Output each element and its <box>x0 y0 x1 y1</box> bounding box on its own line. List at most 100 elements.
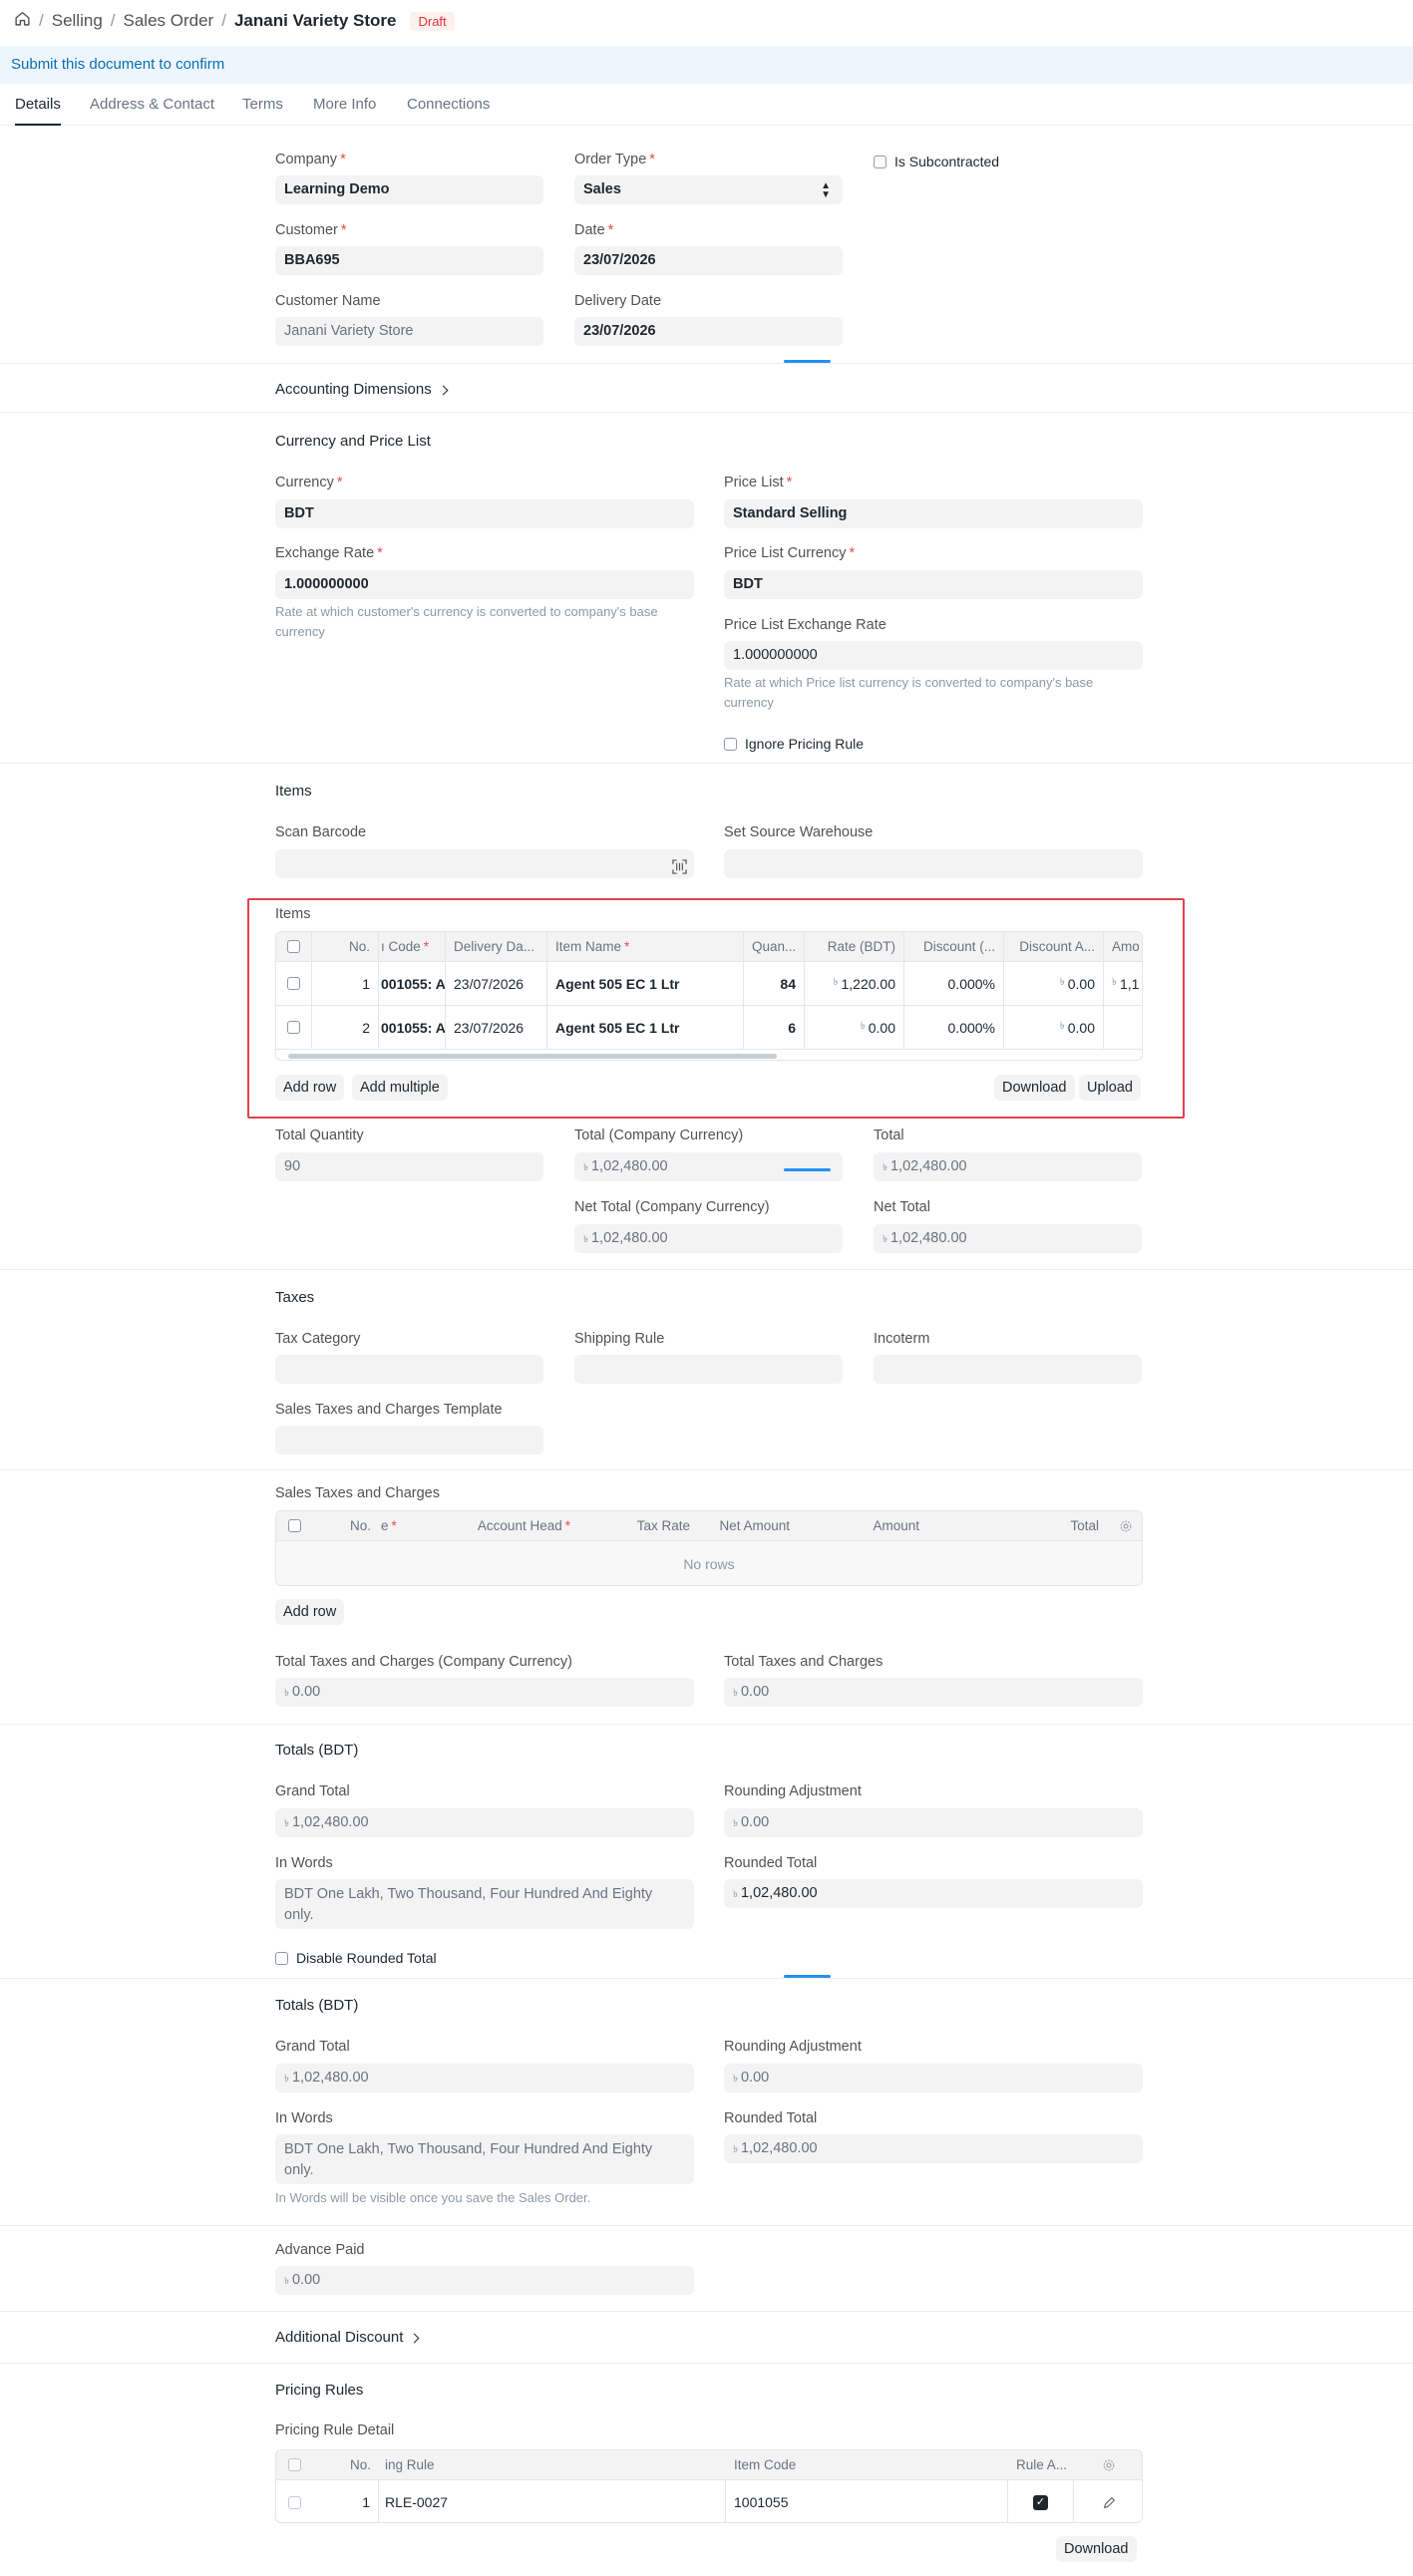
currency-section-title: Currency and Price List <box>275 433 431 450</box>
in-words-field: BDT One Lakh, Two Thousand, Four Hundred… <box>275 1879 694 1929</box>
add-tax-row-button[interactable]: Add row <box>275 1599 345 1625</box>
column-no: No. <box>349 2457 371 2472</box>
source-warehouse-input[interactable] <box>724 849 1143 878</box>
price-list-currency-label: Price List Currency * <box>724 545 856 561</box>
column-quantity[interactable]: Quan... <box>744 932 805 961</box>
gear-icon[interactable] <box>1107 1511 1142 1540</box>
breadcrumb-selling[interactable]: Selling <box>52 11 103 31</box>
tab-connections[interactable]: Connections <box>407 96 490 126</box>
customer-field[interactable]: BBA695 <box>275 246 543 275</box>
add-multiple-button[interactable]: Add multiple <box>352 1075 448 1101</box>
column-discount-amount[interactable]: Discount A... <box>1004 932 1104 961</box>
net-total-company-currency-field: ৳ 1,02,480.00 <box>574 1224 843 1253</box>
submit-banner: Submit this document to confirm <box>0 46 1413 84</box>
gear-icon[interactable] <box>1074 2450 1142 2479</box>
row-checkbox[interactable] <box>287 977 300 990</box>
row-checkbox[interactable] <box>287 1021 300 1034</box>
row-item-name[interactable]: Agent 505 EC 1 Ltr <box>555 976 679 992</box>
column-rate[interactable]: Rate (BDT) <box>805 932 904 961</box>
tab-details[interactable]: Details <box>15 96 61 126</box>
row-discount-pct[interactable]: 0.000% <box>904 1006 1004 1049</box>
row-amount[interactable] <box>1104 1006 1142 1049</box>
grand-total-label: Grand Total <box>275 1783 350 1799</box>
taxes-table-header: No. e * Account Head * Tax Rate Net Amount… <box>276 1511 1142 1541</box>
loading-indicator <box>784 1168 831 1171</box>
download-button[interactable]: Download <box>994 1075 1075 1101</box>
delivery-date-field[interactable]: 23/07/2026 <box>574 317 843 346</box>
column-delivery-date[interactable]: Delivery Da... <box>446 932 547 961</box>
total-quantity-label: Total Quantity <box>275 1127 364 1143</box>
shipping-rule-input[interactable] <box>574 1355 843 1384</box>
tab-more-info[interactable]: More Info <box>313 96 376 126</box>
date-field[interactable]: 23/07/2026 <box>574 246 843 275</box>
column-total[interactable]: Total <box>927 1511 1107 1540</box>
pricing-download-button[interactable]: Download <box>1056 2536 1137 2562</box>
column-item-name[interactable]: Item Name * <box>547 932 744 961</box>
row-item-code[interactable]: 001055: A <box>381 1020 445 1036</box>
column-amount[interactable]: Amo <box>1104 932 1142 961</box>
column-account-head[interactable]: Account Head * <box>439 1511 578 1540</box>
is-subcontracted-toggle[interactable]: Is Subcontracted <box>874 154 999 169</box>
column-type[interactable]: e * <box>379 1511 439 1540</box>
additional-discount-toggle[interactable]: Additional Discount <box>275 2329 420 2346</box>
disable-rounded-toggle[interactable]: Disable Rounded Total <box>275 1950 437 1966</box>
scan-barcode-input[interactable] <box>275 849 694 878</box>
column-amount[interactable]: Amount <box>798 1511 927 1540</box>
edit-icon[interactable] <box>1074 2480 1142 2522</box>
net-total-field: ৳ 1,02,480.00 <box>874 1224 1142 1253</box>
table-row[interactable]: 2 001055: A 23/07/2026 Agent 505 EC 1 Lt… <box>276 1006 1142 1050</box>
horizontal-scrollbar[interactable] <box>288 1054 777 1059</box>
rounding-adjustment-field: ৳ 0.00 <box>724 2064 1143 2093</box>
select-arrows-icon: ▲ ▼ <box>821 180 831 200</box>
tab-address-contact[interactable]: Address & Contact <box>90 96 214 126</box>
row-item-name[interactable]: Agent 505 EC 1 Ltr <box>555 1020 679 1036</box>
accounting-dimensions-toggle[interactable]: Accounting Dimensions <box>275 381 449 398</box>
tab-terms[interactable]: Terms <box>242 96 283 126</box>
items-section-title: Items <box>275 783 312 800</box>
row-discount-pct[interactable]: 0.000% <box>904 962 1004 1005</box>
ignore-pricing-rule-toggle[interactable]: Ignore Pricing Rule <box>724 736 864 752</box>
price-list-field[interactable]: Standard Selling <box>724 499 1143 528</box>
incoterm-input[interactable] <box>874 1355 1142 1384</box>
select-all-checkbox[interactable] <box>287 940 300 953</box>
price-list-exchange-rate-field[interactable]: 1.000000000 <box>724 641 1143 670</box>
ignore-pricing-rule-checkbox[interactable] <box>724 737 737 751</box>
row-rate[interactable]: ৳ 1,220.00 <box>805 962 904 1005</box>
breadcrumb-sales-order[interactable]: Sales Order <box>124 11 214 31</box>
order-type-select[interactable]: Sales ▲ ▼ <box>574 175 843 204</box>
barcode-scan-icon[interactable] <box>672 856 687 885</box>
no-rows-message: No rows <box>276 1541 1142 1585</box>
is-subcontracted-checkbox[interactable] <box>874 155 886 168</box>
column-item-code[interactable]: ı Code * <box>379 932 446 961</box>
row-amount[interactable]: ৳ 1,1 <box>1104 962 1142 1005</box>
taxes-table-label: Sales Taxes and Charges <box>275 1485 440 1501</box>
row-delivery-date[interactable]: 23/07/2026 <box>446 962 547 1005</box>
taxes-template-input[interactable] <box>275 1426 543 1454</box>
row-item-code[interactable]: 001055: A <box>381 976 445 992</box>
exchange-rate-label: Exchange Rate * <box>275 545 383 561</box>
row-quantity[interactable]: 84 <box>780 976 796 992</box>
table-row[interactable]: 1 001055: A 23/07/2026 Agent 505 EC 1 Lt… <box>276 962 1142 1006</box>
disable-rounded-checkbox[interactable] <box>275 1951 288 1965</box>
tax-category-input[interactable] <box>275 1355 543 1384</box>
price-list-currency-field[interactable]: BDT <box>724 570 1143 599</box>
row-quantity[interactable]: 6 <box>788 1020 796 1036</box>
table-row[interactable]: 1 RLE-0027 1001055 ✓ <box>276 2480 1142 2522</box>
upload-button[interactable]: Upload <box>1079 1075 1141 1101</box>
company-field[interactable]: Learning Demo <box>275 175 543 204</box>
column-tax-rate[interactable]: Tax Rate <box>578 1511 698 1540</box>
shipping-rule-label: Shipping Rule <box>574 1331 665 1347</box>
exchange-rate-field[interactable]: 1.000000000 <box>275 570 694 599</box>
customer-name-field: Janani Variety Store <box>275 317 543 346</box>
row-rate[interactable]: ৳ 0.00 <box>805 1006 904 1049</box>
column-discount-pct[interactable]: Discount (... <box>904 932 1004 961</box>
column-net-amount[interactable]: Net Amount <box>698 1511 798 1540</box>
currency-field[interactable]: BDT <box>275 499 694 528</box>
select-all-checkbox[interactable] <box>287 1519 301 1532</box>
add-row-button[interactable]: Add row <box>275 1075 345 1101</box>
row-discount-amount[interactable]: ৳ 0.00 <box>1004 1006 1104 1049</box>
home-icon[interactable] <box>14 10 31 32</box>
disable-rounded-label: Disable Rounded Total <box>296 1950 437 1966</box>
row-delivery-date[interactable]: 23/07/2026 <box>446 1006 547 1049</box>
row-discount-amount[interactable]: ৳ 0.00 <box>1004 962 1104 1005</box>
